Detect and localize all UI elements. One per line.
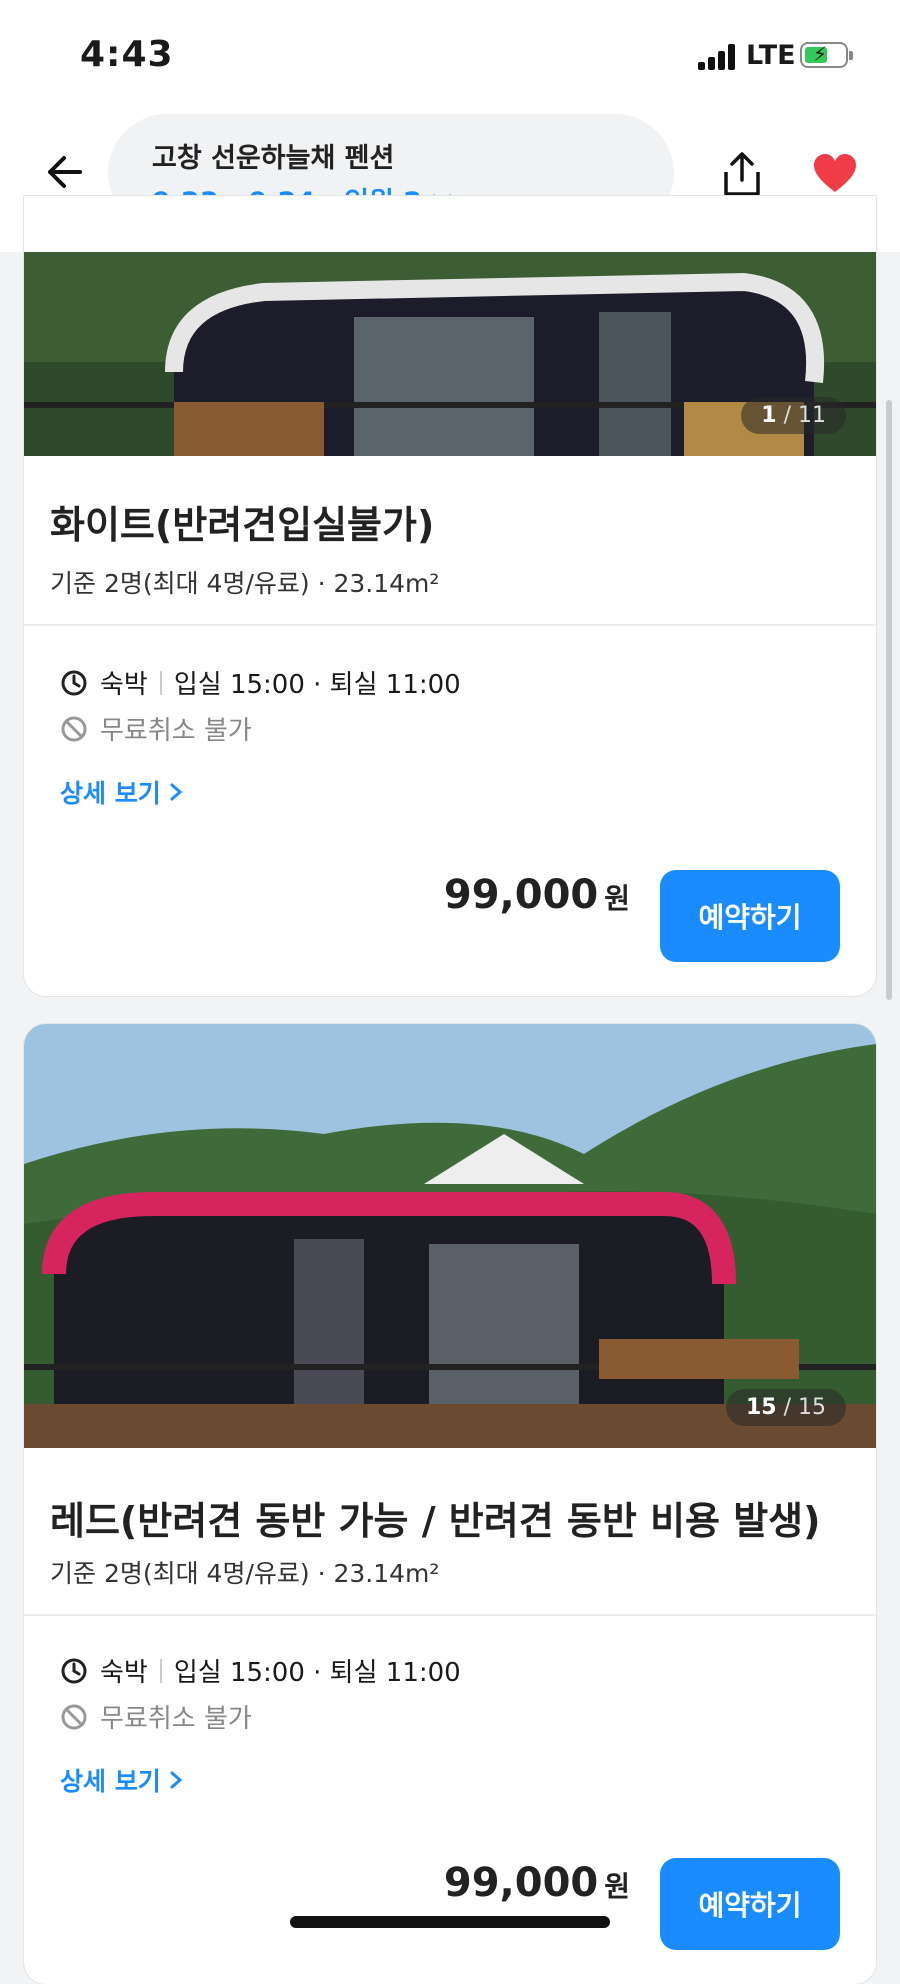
cancel-row: 무료취소 불가 xyxy=(60,1698,252,1735)
home-indicator xyxy=(290,1916,610,1928)
status-time: 4:43 xyxy=(80,34,174,75)
room-title: 레드(반려견 동반 가능 / 반려견 동반 비용 발생) xyxy=(50,1499,821,1543)
network-label: LTE xyxy=(746,40,796,71)
back-arrow-icon[interactable] xyxy=(42,150,86,194)
room-card: 15 / 15 레드(반려견 동반 가능 / 반려견 동반 비용 발생) 기준 … xyxy=(24,1024,876,1984)
price-amount: 99,000 xyxy=(443,872,599,918)
no-cancel-icon xyxy=(61,716,87,741)
detail-label: 상세 보기 xyxy=(60,1767,161,1796)
photo-counter: 1 / 11 xyxy=(741,397,846,434)
reserve-button[interactable]: 예약하기 xyxy=(660,870,840,962)
room-title: 화이트(반려견입실불가) xyxy=(50,503,435,547)
photo-counter-current: 1 xyxy=(761,403,777,428)
chevron-right-icon xyxy=(170,1771,182,1789)
price: 99,000 원 xyxy=(444,1860,630,1906)
room-photo[interactable]: 1 / 11 xyxy=(24,252,876,456)
price-amount: 99,000 xyxy=(443,1860,599,1906)
chevron-right-icon xyxy=(170,783,182,801)
heart-icon[interactable] xyxy=(812,152,858,194)
scrollbar[interactable] xyxy=(886,400,892,1000)
detail-label: 상세 보기 xyxy=(60,779,161,808)
divider xyxy=(24,624,876,626)
signal-icon xyxy=(698,44,735,70)
detail-link[interactable]: 상세 보기 xyxy=(60,774,183,810)
divider xyxy=(24,1614,876,1616)
price-currency: 원 xyxy=(604,1870,630,1903)
property-name: 고창 선운하늘채 펜션 xyxy=(152,143,395,174)
photo-counter-current: 15 xyxy=(745,1395,777,1420)
share-icon[interactable] xyxy=(720,150,764,198)
room-photo[interactable]: 15 / 15 xyxy=(24,1024,876,1448)
status-bar: 4:43 LTE ⚡ xyxy=(0,0,900,112)
reserve-button[interactable]: 예약하기 xyxy=(660,1858,840,1950)
price-currency: 원 xyxy=(604,882,630,915)
checkin-checkout: 입실 15:00 · 퇴실 11:00 xyxy=(173,670,461,700)
photo-counter: 15 / 15 xyxy=(725,1389,846,1426)
stay-type: 숙박 xyxy=(100,1658,148,1688)
room-card: 1 / 11 화이트(반려견입실불가) 기준 2명(최대 4명/유료) · 23… xyxy=(24,196,876,996)
battery-icon: ⚡ xyxy=(800,42,853,68)
clock-icon xyxy=(61,1658,87,1683)
detail-link[interactable]: 상세 보기 xyxy=(60,1762,183,1798)
room-info: 기준 2명(최대 4명/유료) · 23.14m² xyxy=(50,569,440,598)
cancel-row: 무료취소 불가 xyxy=(60,710,252,747)
cancel-policy: 무료취소 불가 xyxy=(100,1704,252,1734)
stay-type: 숙박 xyxy=(100,670,148,700)
price: 99,000 원 xyxy=(444,872,630,918)
photo-counter-total: / 11 xyxy=(783,403,826,428)
stay-row: 숙박 입실 15:00 · 퇴실 11:00 xyxy=(60,1652,461,1689)
cancel-policy: 무료취소 불가 xyxy=(100,716,252,746)
no-cancel-icon xyxy=(61,1704,87,1729)
room-info: 기준 2명(최대 4명/유료) · 23.14m² xyxy=(50,1559,440,1588)
photo-counter-total: / 15 xyxy=(783,1395,826,1420)
stay-row: 숙박 입실 15:00 · 퇴실 11:00 xyxy=(60,664,461,701)
clock-icon xyxy=(61,670,87,695)
checkin-checkout: 입실 15:00 · 퇴실 11:00 xyxy=(173,1658,461,1688)
